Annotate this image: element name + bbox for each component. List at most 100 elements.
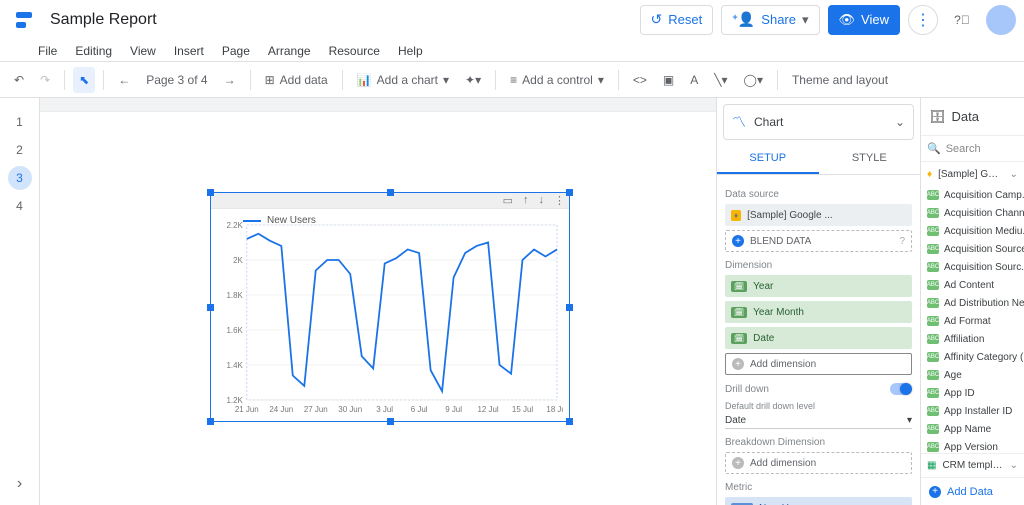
page-thumb-4[interactable]: 4 [8,194,32,218]
label-drilldown: Drill down [725,384,769,395]
menu-view[interactable]: View [130,44,156,58]
data-panel: 🗄 Data 🔍Search ♦[Sample] Google ...⌄ ABCA… [920,98,1024,505]
data-field[interactable]: ABCAcquisition Mediu... [921,222,1024,240]
data-source-row[interactable]: ♦[Sample] Google ...⌄ [921,162,1024,186]
shape-button[interactable]: ◯▾ [738,67,769,93]
prev-page[interactable]: ← [112,67,136,93]
svg-text:24 Jun: 24 Jun [269,405,293,414]
svg-text:2K: 2K [233,256,243,265]
add-chart-button[interactable]: 📊Add a chart▾ [351,67,455,93]
dimension-chip-date[interactable]: 🗓Date [725,327,912,349]
dimension-chip-year[interactable]: 🗓Year [725,275,912,297]
page-nav-expand[interactable]: › [17,475,22,493]
svg-text:27 Jun: 27 Jun [304,405,328,414]
svg-text:6 Jul: 6 Jul [411,405,428,414]
toolbar: ↶ ↷ ⬉ ← Page 3 of 4 → ⊞Add data 📊Add a c… [0,62,1024,98]
next-page[interactable]: → [218,67,242,93]
chart-widget[interactable]: ▭ ↑ ↓ ⋮ New Users 2.2K2K1.8K1.6K1.4K1.2K… [210,192,570,422]
looker-studio-logo[interactable] [16,8,40,32]
add-data-button[interactable]: ⊞Add data [259,67,334,93]
menu-page[interactable]: Page [222,44,250,58]
data-panel-title: Data [952,109,979,124]
data-field[interactable]: ABCAd Distribution Ne... [921,294,1024,312]
svg-text:1.4K: 1.4K [227,361,244,370]
menu-arrange[interactable]: Arrange [268,44,311,58]
reset-button[interactable]: ↺Reset [640,5,714,35]
menu-editing[interactable]: Editing [75,44,112,58]
share-button[interactable]: ⁺👤Share▾ [721,5,819,35]
svg-text:21 Jun: 21 Jun [235,405,259,414]
account-avatar[interactable] [986,5,1016,35]
data-field[interactable]: ABCAcquisition Source [921,240,1024,258]
menu-insert[interactable]: Insert [174,44,204,58]
undo-button[interactable]: ↶ [8,67,30,93]
data-field[interactable]: ABCAcquisition Sourc... [921,258,1024,276]
line-chart: 2.2K2K1.8K1.6K1.4K1.2K21 Jun24 Jun27 Jun… [217,221,563,416]
data-source-chip[interactable]: ♦[Sample] Google ... [725,204,912,226]
page-indicator[interactable]: Page 3 of 4 [140,67,213,93]
data-field[interactable]: ABCAffinity Category (... [921,348,1024,366]
chart-sort-desc-icon[interactable]: ↓ [539,194,545,207]
view-button[interactable]: 👁View [828,5,900,35]
text-button[interactable]: A [684,67,704,93]
data-icon: 🗄 [929,109,946,125]
data-source-row-2[interactable]: ▦CRM template - ...⌄ [921,453,1024,477]
menu-resource[interactable]: Resource [329,44,380,58]
svg-text:3 Jul: 3 Jul [376,405,393,414]
data-field[interactable]: ABCApp ID [921,384,1024,402]
data-search-input[interactable]: 🔍Search [921,136,1024,162]
page-thumb-3[interactable]: 3 [8,166,32,190]
tab-style[interactable]: STYLE [819,144,921,174]
url-embed-button[interactable]: <> [627,67,653,93]
dimension-chip-yearmonth[interactable]: 🗓Year Month [725,301,912,323]
doc-title[interactable]: Sample Report [50,11,157,29]
svg-text:12 Jul: 12 Jul [477,405,498,414]
svg-text:1.8K: 1.8K [227,291,244,300]
data-field[interactable]: ABCAffiliation [921,330,1024,348]
drilldown-level-select[interactable]: Date▾ [725,415,912,429]
line-button[interactable]: ╲▾ [708,67,733,93]
tab-setup[interactable]: SETUP [717,144,819,174]
community-viz-button[interactable]: ✦▾ [459,67,487,93]
page-thumb-1[interactable]: 1 [8,110,32,134]
theme-layout-button[interactable]: Theme and layout [786,67,894,93]
svg-text:1.2K: 1.2K [227,396,244,405]
metric-chip-newusers[interactable]: AUTNew Users [725,497,912,505]
data-field[interactable]: ABCAd Format [921,312,1024,330]
add-breakdown-button[interactable]: +Add dimension [725,452,912,474]
chart-export-icon[interactable]: ▭ [503,194,513,207]
canvas[interactable]: ▭ ↑ ↓ ⋮ New Users 2.2K2K1.8K1.6K1.4K1.2K… [40,98,716,505]
data-field[interactable]: ABCAcquisition Camp... [921,186,1024,204]
data-field[interactable]: ABCAcquisition Chann... [921,204,1024,222]
menu-bar: File Editing View Insert Page Arrange Re… [0,40,1024,62]
data-field[interactable]: ABCApp Installer ID [921,402,1024,420]
pointer-tool[interactable]: ⬉ [73,67,95,93]
properties-panel: 〽 Chart ⌄ SETUP STYLE Data source ♦[Samp… [716,98,920,505]
label-breakdown: Breakdown Dimension [725,437,912,448]
more-options-button[interactable]: ⋮ [908,5,938,35]
data-field[interactable]: ABCAge [921,366,1024,384]
chart-more-icon[interactable]: ⋮ [554,194,565,207]
page-navigator: 1 2 3 4 › [0,98,40,505]
data-field[interactable]: ABCApp Version [921,438,1024,453]
data-field[interactable]: ABCAd Content [921,276,1024,294]
image-button[interactable]: ▣ [657,67,680,93]
svg-text:30 Jun: 30 Jun [338,405,362,414]
search-icon: 🔍 [927,142,941,155]
add-control-button[interactable]: ≡Add a control▾ [504,67,610,93]
menu-file[interactable]: File [38,44,57,58]
page-thumb-2[interactable]: 2 [8,138,32,162]
report-page[interactable]: ▭ ↑ ↓ ⋮ New Users 2.2K2K1.8K1.6K1.4K1.2K… [40,112,716,505]
chart-type-selector[interactable]: 〽 Chart ⌄ [723,104,914,140]
menu-help[interactable]: Help [398,44,423,58]
add-dimension-button[interactable]: +Add dimension [725,353,912,375]
help-icon[interactable]: ?⃝ [946,4,978,36]
blend-data-button[interactable]: +BLEND DATA? [725,230,912,252]
redo-button[interactable]: ↷ [34,67,56,93]
chart-sort-asc-icon[interactable]: ↑ [523,194,529,207]
data-field[interactable]: ABCApp Name [921,420,1024,438]
svg-text:1.6K: 1.6K [227,326,244,335]
add-data-source-button[interactable]: +Add Data [921,477,1024,505]
drilldown-toggle[interactable] [890,383,912,395]
chevron-down-icon: ⌄ [895,115,905,129]
